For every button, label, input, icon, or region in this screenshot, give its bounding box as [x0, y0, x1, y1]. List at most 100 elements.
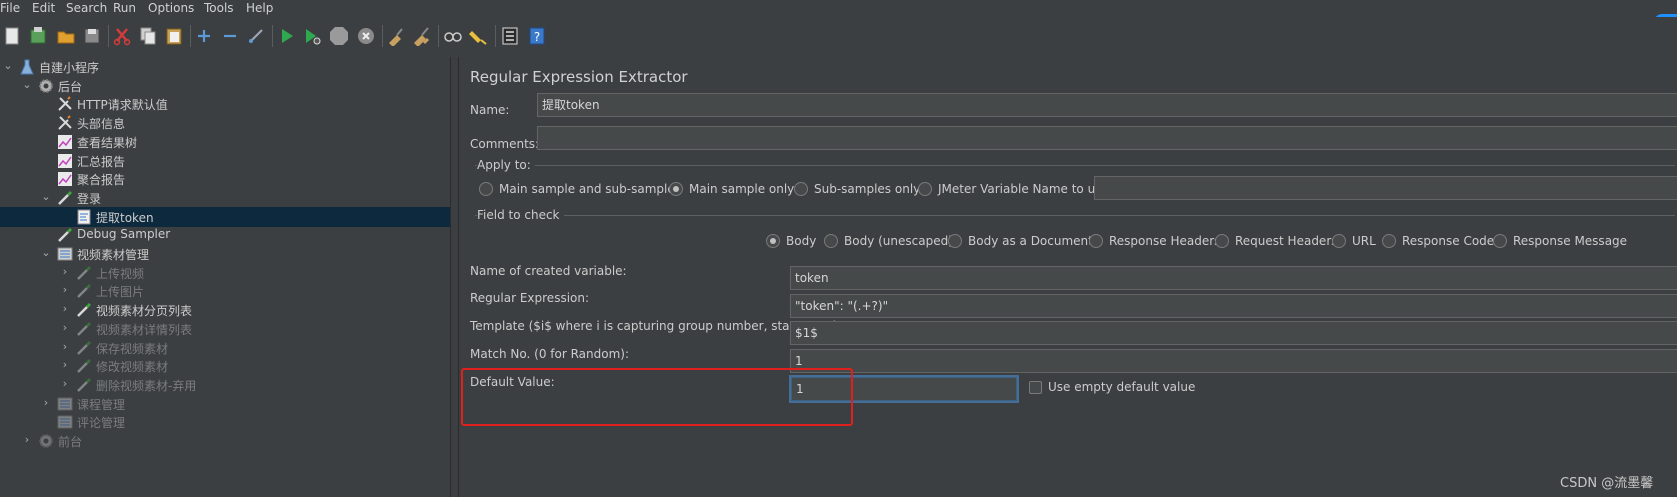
use-empty-default-checkbox[interactable] [1029, 381, 1042, 394]
test-plan-tree[interactable]: ⌄ 自建小程序 ⌄ 后台 HTTP请求默认值 头部信息查看结果树 汇总报告 聚合报告 ⌄ 登录 提取… [0, 57, 450, 497]
help-icon[interactable]: ? [527, 26, 547, 46]
start-icon[interactable] [277, 26, 297, 46]
name-input[interactable]: 提取token [537, 93, 1677, 117]
collapse-icon[interactable] [220, 26, 240, 46]
radio-response-headers[interactable] [1089, 234, 1103, 248]
radio-response-headers-label[interactable]: Response Headers [1109, 234, 1220, 248]
chevron-right-icon[interactable]: › [21, 433, 33, 447]
template-input[interactable]: $1$ [790, 321, 1677, 345]
menu-file[interactable]: File [0, 1, 20, 15]
radio-main-and-sub-samples-label[interactable]: Main sample and sub-samples [499, 182, 681, 196]
paste-icon[interactable] [164, 26, 184, 46]
chevron-right-icon[interactable]: › [40, 396, 52, 410]
menu-options[interactable]: Options [148, 1, 194, 15]
cut-icon[interactable] [112, 26, 132, 46]
radio-body-label[interactable]: Body [786, 234, 816, 248]
regex-input[interactable]: "token": "(.+?)" [790, 294, 1677, 318]
radio-jmeter-variable[interactable] [918, 182, 932, 196]
tree-node[interactable]: ⌄ 自建小程序 [0, 57, 450, 77]
radio-main-and-sub-samples[interactable] [479, 182, 493, 196]
match-number-input[interactable]: 1 [790, 349, 1677, 373]
tree-node[interactable]: › 上传视频 [0, 263, 450, 283]
tree-node[interactable]: ⌄ 视频素材管理 [0, 244, 450, 264]
tree-node[interactable]: › 删除视频素材-弃用 [0, 375, 450, 395]
radio-body-as-document[interactable] [948, 234, 962, 248]
chevron-down-icon[interactable]: ⌄ [40, 246, 52, 260]
chevron-right-icon[interactable]: › [59, 265, 71, 279]
menu-help[interactable]: Help [246, 1, 273, 15]
radio-body[interactable] [766, 234, 780, 248]
radio-url[interactable] [1332, 234, 1346, 248]
radio-sub-samples-only-label[interactable]: Sub-samples only [814, 182, 920, 196]
tree-node[interactable]: 评论管理 [0, 412, 450, 432]
tree-node-label: 查看结果树 [77, 135, 138, 150]
clear-icon[interactable] [386, 26, 406, 46]
variable-name-input[interactable]: token [790, 266, 1677, 290]
radio-main-sample-only-label[interactable]: Main sample only [689, 182, 794, 196]
menu-run[interactable]: Run [113, 1, 136, 15]
split-pane-divider[interactable] [450, 57, 459, 497]
use-empty-default-label[interactable]: Use empty default value [1048, 380, 1195, 394]
chevron-down-icon[interactable]: ⌄ [40, 190, 52, 204]
expand-icon[interactable] [194, 26, 214, 46]
tree-node[interactable]: 查看结果树 [0, 132, 450, 152]
tree-node[interactable]: › 修改视频素材 [0, 356, 450, 376]
tree-node[interactable]: HTTP请求默认值 [0, 94, 450, 114]
tree-node[interactable]: › 保存视频素材 [0, 338, 450, 358]
tree-node[interactable]: 头部信息 [0, 113, 450, 133]
tree-node[interactable]: › 上传图片 [0, 281, 450, 301]
radio-url-label[interactable]: URL [1352, 234, 1376, 248]
radio-body-unescaped-label[interactable]: Body (unescaped) [844, 234, 953, 248]
radio-response-message[interactable] [1493, 234, 1507, 248]
radio-response-message-label[interactable]: Response Message [1513, 234, 1627, 248]
function-helper-icon[interactable] [500, 26, 520, 46]
chevron-right-icon[interactable]: › [59, 321, 71, 335]
stop-icon[interactable] [329, 26, 349, 46]
tree-node[interactable]: › 视频素材详情列表 [0, 319, 450, 339]
tree-node[interactable]: › 视频素材分页列表 [0, 300, 450, 320]
radio-response-code[interactable] [1382, 234, 1396, 248]
chevron-right-icon[interactable]: › [59, 377, 71, 391]
radio-response-code-label[interactable]: Response Code [1402, 234, 1494, 248]
radio-jmeter-variable-label[interactable]: JMeter Variable Name to use [938, 182, 1109, 196]
tree-node[interactable]: Debug Sampler [0, 225, 450, 245]
radio-main-sample-only[interactable] [669, 182, 683, 196]
chevron-down-icon[interactable]: ⌄ [21, 78, 33, 92]
tree-node[interactable]: 聚合报告 [0, 169, 450, 189]
jmeter-variable-input[interactable] [1094, 176, 1677, 200]
chevron-right-icon[interactable]: › [59, 283, 71, 297]
radio-body-as-document-label[interactable]: Body as a Document [968, 234, 1093, 248]
comments-input[interactable] [537, 126, 1677, 150]
reset-search-icon[interactable] [469, 26, 489, 46]
radio-sub-samples-only[interactable] [794, 182, 808, 196]
toggle-icon[interactable] [246, 26, 266, 46]
clear-all-icon[interactable] [412, 26, 432, 46]
menu-edit[interactable]: Edit [32, 1, 55, 15]
shutdown-icon[interactable] [356, 26, 376, 46]
tree-node[interactable]: 提取token [0, 206, 450, 227]
apply-to-legend: Apply to: [477, 158, 535, 172]
radio-request-headers-label[interactable]: Request Headers [1235, 234, 1338, 248]
copy-icon[interactable] [138, 26, 158, 46]
chevron-right-icon[interactable]: › [59, 340, 71, 354]
menu-bar: File Edit Search Run Options Tools Help [0, 0, 1677, 17]
templates-icon[interactable] [28, 26, 48, 46]
tree-node[interactable]: ⌄ 登录 [0, 188, 450, 208]
chevron-down-icon[interactable]: ⌄ [2, 59, 14, 73]
open-icon[interactable] [56, 26, 76, 46]
radio-request-headers[interactable] [1215, 234, 1229, 248]
radio-body-unescaped[interactable] [824, 234, 838, 248]
save-icon[interactable] [82, 26, 102, 46]
menu-tools[interactable]: Tools [204, 1, 234, 15]
start-no-pauses-icon[interactable] [302, 26, 322, 46]
pipette-icon [77, 265, 91, 280]
menu-search[interactable]: Search [66, 1, 107, 15]
chevron-right-icon[interactable]: › [59, 358, 71, 372]
tree-node[interactable]: 汇总报告 [0, 151, 450, 171]
tree-node[interactable]: ⌄ 后台 [0, 76, 450, 96]
tree-node[interactable]: › 课程管理 [0, 394, 450, 414]
tree-node[interactable]: › 前台 [0, 431, 450, 451]
new-icon[interactable] [2, 26, 22, 46]
chevron-right-icon[interactable]: › [59, 302, 71, 316]
search-icon[interactable] [443, 26, 463, 46]
